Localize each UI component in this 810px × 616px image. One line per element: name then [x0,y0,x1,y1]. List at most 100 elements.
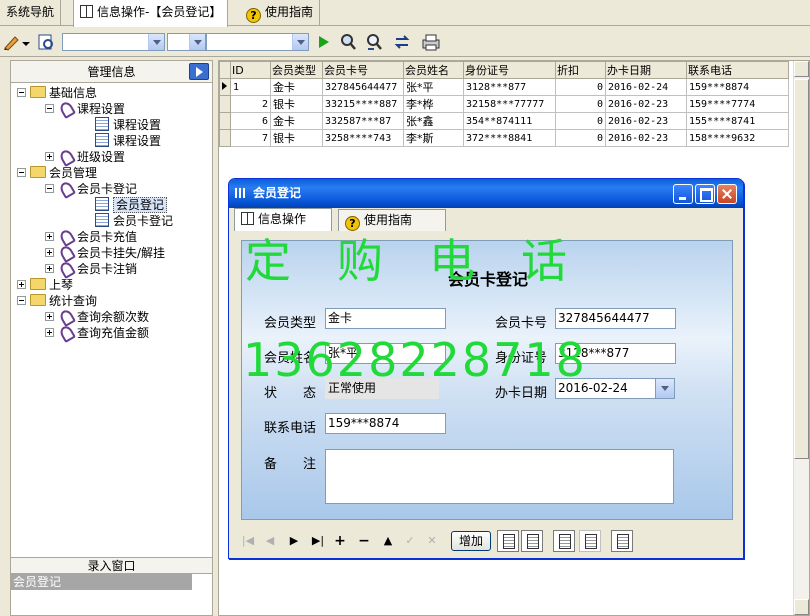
minimize-icon[interactable] [673,184,693,204]
insert-record-icon[interactable]: + [331,531,349,551]
expand-icon[interactable] [45,152,54,161]
last-record-icon[interactable]: ▶| [309,531,327,551]
table-cell[interactable]: 0 [555,78,606,96]
tree-node-query-recharge[interactable]: 查询充值金额 [45,325,149,341]
tab-info-operation[interactable]: 信息操作-【会员登记】 [73,0,229,27]
preview-icon[interactable] [36,33,56,51]
table-cell[interactable]: 6 [230,112,271,130]
expand-icon[interactable] [45,312,54,321]
tree-leaf-course-settings[interactable]: 课程设置 [95,117,161,133]
column-header[interactable]: 会员卡号 [322,61,404,79]
column-header[interactable]: 联系电话 [686,61,789,79]
collapse-icon[interactable] [45,104,54,113]
collapse-icon[interactable] [17,168,26,177]
tree-node-piano[interactable]: 上琴 [17,277,73,293]
close-icon[interactable] [717,184,737,204]
chevron-down-icon[interactable] [189,34,205,50]
table-cell[interactable]: 2016-02-23 [605,129,687,147]
column-header[interactable]: ID [230,61,271,79]
search-record-icon[interactable] [553,530,575,552]
card-no-input[interactable]: 327845644477 [555,308,676,329]
row-indicator[interactable] [219,78,231,96]
collapse-icon[interactable] [17,88,26,97]
table-cell[interactable]: 0 [555,129,606,147]
tree-leaf-course-settings-2[interactable]: 课程设置 [95,133,161,149]
tree-node-card-loss[interactable]: 会员卡挂失/解挂 [45,245,165,261]
search-icon[interactable] [338,33,358,51]
delete-record-icon[interactable]: − [355,531,373,551]
table-cell[interactable]: 327845644477 [322,78,404,96]
filter-value-combo[interactable] [206,33,309,51]
chevron-down-icon[interactable] [292,34,308,50]
table-cell[interactable]: 李*桦 [403,95,464,113]
table-cell[interactable]: 2 [230,95,271,113]
table-cell[interactable]: 张*鑫 [403,112,464,130]
table-cell[interactable]: 0 [555,112,606,130]
table-cell[interactable]: 33215****887 [322,95,404,113]
table-row[interactable]: 2 银卡 33215****887 李*桦 32158***77777 0 20… [219,95,789,113]
filter-operator-combo[interactable] [167,33,206,51]
refresh-icon[interactable] [392,33,412,51]
table-cell[interactable]: 155****8741 [686,112,789,130]
dialog-titlebar[interactable]: 会员登记 [229,179,743,208]
expand-icon[interactable] [45,328,54,337]
row-indicator[interactable] [219,129,231,147]
row-indicator[interactable] [219,112,231,130]
tab-system-nav[interactable]: 系统导航 [0,0,62,26]
table-cell[interactable]: 372****8841 [463,129,556,147]
table-cell[interactable]: 张*平 [403,78,464,96]
collapse-icon[interactable] [17,296,26,305]
remark-textarea[interactable] [325,449,674,504]
column-header[interactable]: 折扣 [555,61,606,79]
table-cell[interactable]: 0 [555,95,606,113]
maximize-icon[interactable] [695,184,715,204]
table-cell[interactable]: 2016-02-23 [605,112,687,130]
table-row[interactable]: 6 金卡 332587***87 张*鑫 354**874111 0 2016-… [219,112,789,130]
scroll-up-icon[interactable] [794,61,809,77]
column-header[interactable]: 身份证号 [463,61,556,79]
table-cell[interactable]: 354**874111 [463,112,556,130]
tree-node-card-recharge[interactable]: 会员卡充值 [45,229,137,245]
post-record-icon[interactable]: ✓ [401,531,419,551]
tree-node-statistics[interactable]: 统计查询 [17,293,97,309]
card-type-input[interactable]: 金卡 [325,308,446,329]
print-preview-icon[interactable] [497,530,519,552]
expand-icon[interactable] [17,280,26,289]
tree-node-member-card-register[interactable]: 会员卡登记 [45,181,137,197]
expand-icon[interactable] [45,248,54,257]
table-cell[interactable]: 332587***87 [322,112,404,130]
table-cell[interactable]: 158****9632 [686,129,789,147]
table-cell[interactable]: 7 [230,129,271,147]
table-cell[interactable]: 金卡 [270,112,323,130]
filter-field-combo[interactable] [62,33,165,51]
next-record-icon[interactable]: ▶ [285,531,303,551]
search-all-icon[interactable] [364,33,384,51]
tree-node-basic-info[interactable]: 基础信息 [17,85,97,101]
navigate-arrow-icon[interactable] [189,63,209,80]
table-cell[interactable]: 2016-02-23 [605,95,687,113]
table-cell[interactable]: 3258****743 [322,129,404,147]
collapse-icon[interactable] [45,184,54,193]
table-cell[interactable]: 银卡 [270,129,323,147]
entry-window-item[interactable]: 会员登记 [11,574,192,590]
table-cell[interactable]: 银卡 [270,95,323,113]
scroll-thumb[interactable] [794,79,809,459]
tree-node-class-settings[interactable]: 班级设置 [45,149,125,165]
expand-icon[interactable] [45,264,54,273]
table-row[interactable]: 1 金卡 327845644477 张*平 3128***877 0 2016-… [219,78,789,96]
cancel-record-icon[interactable]: ✕ [423,531,441,551]
print-icon[interactable] [521,530,543,552]
add-button[interactable]: 增加 [451,531,491,551]
table-cell[interactable]: 159***8874 [686,78,789,96]
table-cell[interactable]: 3128***877 [463,78,556,96]
table-cell[interactable]: 1 [230,78,271,96]
phone-input[interactable]: 159***8874 [325,413,446,434]
expand-icon[interactable] [45,232,54,241]
vertical-scrollbar[interactable] [793,61,809,615]
printer-icon[interactable] [420,33,442,51]
tree-node-member-management[interactable]: 会员管理 [17,165,97,181]
tab-user-guide[interactable]: ? 使用指南 [240,0,321,26]
tree-node-card-cancel[interactable]: 会员卡注销 [45,261,137,277]
table-cell[interactable]: 159****7774 [686,95,789,113]
chevron-down-icon[interactable] [148,34,164,50]
